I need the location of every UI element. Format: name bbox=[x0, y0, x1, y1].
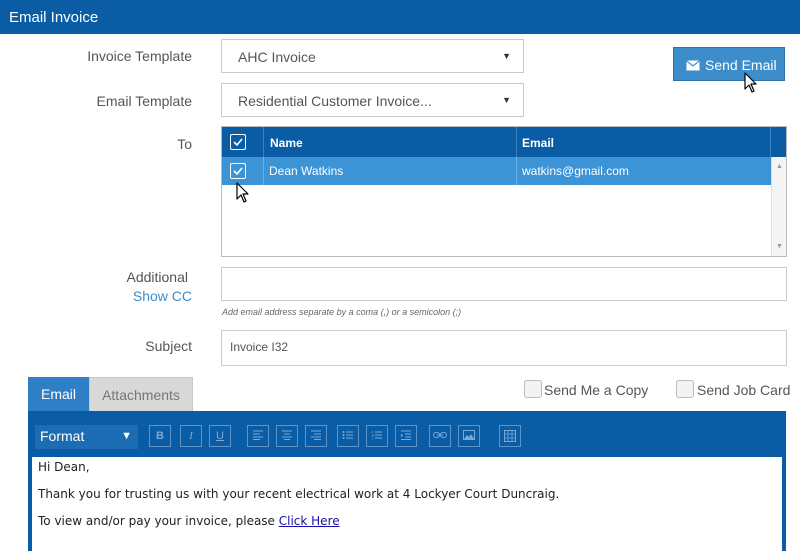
mouse-cursor-icon bbox=[236, 182, 249, 203]
recipient-name: Dean Watkins bbox=[264, 157, 517, 185]
underline-button[interactable]: U bbox=[209, 425, 231, 447]
click-here-link[interactable]: Click Here bbox=[279, 514, 340, 528]
invoice-template-label: Invoice Template bbox=[87, 48, 192, 64]
email-template-label: Email Template bbox=[96, 93, 192, 109]
invoice-template-select[interactable]: AHC Invoice ▼ bbox=[221, 39, 524, 73]
bullet-list-icon[interactable] bbox=[337, 425, 359, 447]
chevron-down-icon: ▼ bbox=[121, 430, 132, 442]
recipients-grid: Name Email Dean Watkins watkins@gmail.co… bbox=[221, 126, 787, 257]
additional-hint: Add email address separate by a coma (,)… bbox=[222, 307, 462, 317]
scroll-down-icon[interactable]: ▼ bbox=[776, 243, 783, 250]
send-email-label: Send Email bbox=[705, 57, 777, 73]
select-all-checkbox[interactable] bbox=[230, 134, 246, 150]
to-label: To bbox=[177, 136, 192, 152]
email-editor: Format ▼ B I U Hi Dean, Thank you for tr… bbox=[28, 411, 786, 551]
email-template-value: Residential Customer Invoice... bbox=[238, 93, 432, 109]
grid-header: Name Email bbox=[222, 127, 786, 157]
bold-button[interactable]: B bbox=[149, 425, 171, 447]
body-pay-line: To view and/or pay your invoice, please … bbox=[38, 515, 559, 528]
scroll-up-icon[interactable]: ▲ bbox=[776, 163, 783, 170]
link-icon[interactable] bbox=[429, 425, 451, 447]
subject-value: Invoice I32 bbox=[230, 340, 289, 354]
align-right-icon[interactable] bbox=[305, 425, 327, 447]
envelope-icon bbox=[686, 58, 700, 74]
additional-email-input[interactable] bbox=[221, 267, 787, 301]
invoice-template-value: AHC Invoice bbox=[238, 49, 316, 65]
send-job-card-checkbox[interactable] bbox=[676, 380, 694, 398]
align-left-icon[interactable] bbox=[247, 425, 269, 447]
select-all-cell bbox=[222, 127, 264, 157]
subject-input[interactable]: Invoice I32 bbox=[221, 330, 787, 366]
show-cc-link[interactable]: Show CC bbox=[100, 288, 192, 304]
tab-email[interactable]: Email bbox=[28, 377, 89, 411]
column-header-email[interactable]: Email bbox=[517, 127, 771, 157]
body-greeting: Hi Dean, bbox=[38, 460, 90, 474]
mouse-cursor-icon bbox=[744, 72, 757, 93]
format-label: Format bbox=[40, 428, 85, 444]
table-icon[interactable] bbox=[499, 425, 521, 447]
format-dropdown[interactable]: Format ▼ bbox=[35, 425, 138, 449]
additional-label: Additional bbox=[126, 269, 189, 285]
email-body[interactable]: Hi Dean, Thank you for trusting us with … bbox=[38, 461, 559, 542]
row-checkbox[interactable] bbox=[230, 163, 246, 179]
send-job-card-label: Send Job Card bbox=[697, 382, 791, 398]
recipient-email: watkins@gmail.com bbox=[522, 164, 629, 178]
chevron-down-icon: ▼ bbox=[502, 51, 511, 61]
table-row[interactable]: Dean Watkins watkins@gmail.com bbox=[222, 157, 771, 185]
body-pay-text: To view and/or pay your invoice, please bbox=[38, 514, 279, 528]
send-me-copy-label: Send Me a Copy bbox=[544, 382, 649, 398]
numbered-list-icon[interactable] bbox=[366, 425, 388, 447]
grid-scrollbar[interactable]: ▲ ▼ bbox=[771, 157, 786, 256]
chevron-down-icon: ▼ bbox=[502, 95, 511, 105]
tab-attachments[interactable]: Attachments bbox=[89, 377, 193, 411]
body-thanks: Thank you for trusting us with your rece… bbox=[38, 487, 560, 501]
image-icon[interactable] bbox=[458, 425, 480, 447]
indent-icon[interactable] bbox=[395, 425, 417, 447]
italic-button[interactable]: I bbox=[180, 425, 202, 447]
row-select-cell bbox=[222, 157, 264, 185]
send-me-copy-checkbox[interactable] bbox=[524, 380, 542, 398]
column-header-name[interactable]: Name bbox=[264, 127, 517, 157]
subject-label: Subject bbox=[145, 338, 192, 354]
align-center-icon[interactable] bbox=[276, 425, 298, 447]
editor-toolbar: Format ▼ B I U bbox=[32, 415, 782, 457]
email-template-select[interactable]: Residential Customer Invoice... ▼ bbox=[221, 83, 524, 117]
send-email-button[interactable]: Send Email bbox=[673, 47, 785, 81]
window-title: Email Invoice bbox=[0, 0, 800, 34]
